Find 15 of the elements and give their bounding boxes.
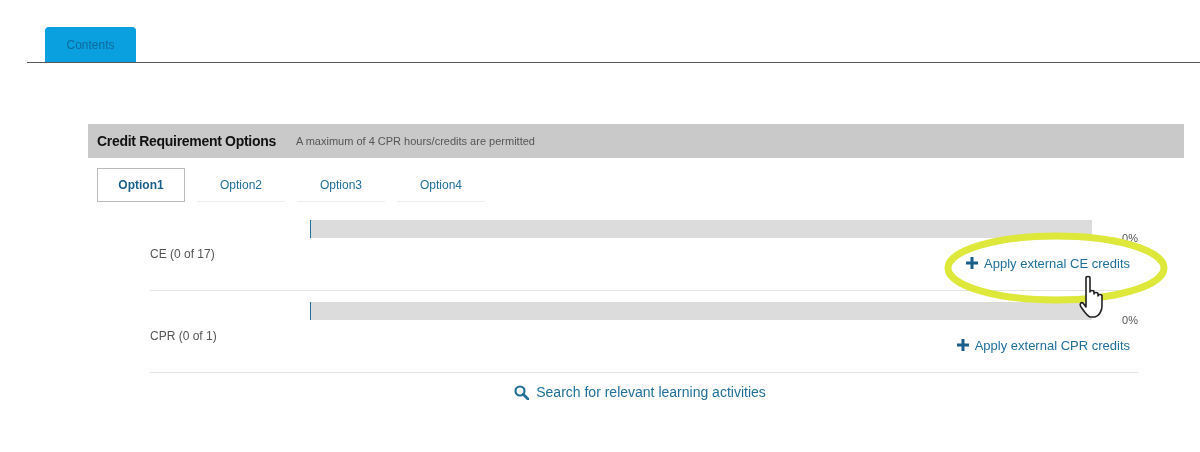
apply-credits-link[interactable]: Apply external CE credits — [966, 255, 1130, 271]
panel-note: A maximum of 4 CPR hours/credits are permitted — [295, 135, 535, 147]
option-tab[interactable]: Option3 — [297, 168, 385, 202]
panel-title: Credit Requirement Options — [97, 133, 276, 149]
search-link[interactable]: Search for relevant learning activities — [514, 384, 766, 400]
plus-icon — [956, 339, 969, 351]
option-tab[interactable]: Option1 — [97, 168, 185, 202]
option-tab[interactable]: Option4 — [397, 168, 485, 202]
option-tab[interactable]: Option2 — [197, 168, 285, 202]
plus-icon — [966, 257, 979, 269]
requirement-label: CE (0 of 17) — [150, 247, 216, 261]
search-icon — [514, 384, 530, 400]
apply-credits-link[interactable]: Apply external CPR credits — [956, 337, 1130, 353]
requirement-label: CPR (0 of 1) — [150, 329, 218, 343]
percent-label: 0% — [1121, 314, 1138, 326]
